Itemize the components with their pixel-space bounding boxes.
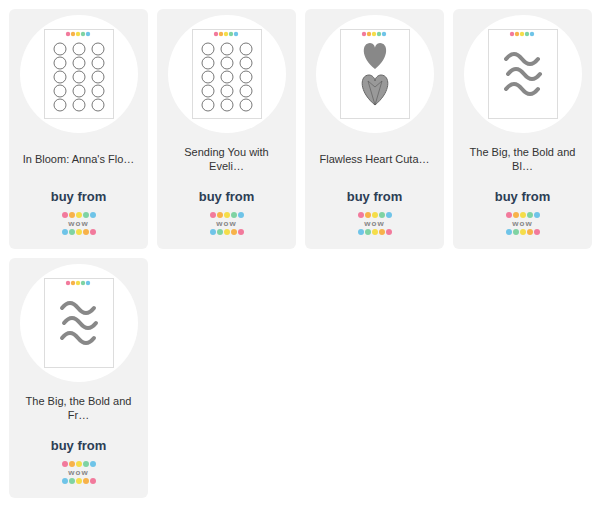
logo-dot: [210, 212, 216, 218]
logo-dot: [506, 229, 512, 235]
logo-dot: [520, 212, 526, 218]
logo-dot: [513, 229, 519, 235]
logo-dot: [76, 461, 82, 467]
product-grid: In Bloom: Anna's Flo…buy fromwowSending …: [0, 0, 600, 506]
logo-dot: [90, 212, 96, 218]
logo-dot: [238, 229, 244, 235]
logo-dot: [513, 212, 519, 218]
logo-text: wow: [68, 468, 88, 477]
logo-dot: [358, 229, 364, 235]
logo-dot: [62, 478, 68, 484]
logo-dots: [210, 229, 244, 235]
logo-dots: [506, 229, 540, 235]
logo-dot: [365, 212, 371, 218]
buy-from-button[interactable]: buy from: [347, 189, 403, 204]
product-thumbnail[interactable]: [464, 15, 582, 133]
logo-dot: [379, 229, 385, 235]
buy-from-button[interactable]: buy from: [199, 189, 255, 204]
buy-from-button[interactable]: buy from: [51, 189, 107, 204]
product-thumbnail[interactable]: [20, 15, 138, 133]
logo-dot: [83, 461, 89, 467]
product-card: The Big, the Bold and Fr… buy from wow: [9, 258, 148, 498]
product-thumbnail[interactable]: [316, 15, 434, 133]
logo-dot: [76, 229, 82, 235]
wow-logo[interactable]: wow: [358, 212, 392, 235]
logo-text: wow: [216, 219, 236, 228]
logo-dot: [76, 212, 82, 218]
wow-logo[interactable]: wow: [210, 212, 244, 235]
product-card: In Bloom: Anna's Flo… buy from wow: [9, 9, 148, 249]
logo-dot: [506, 212, 512, 218]
wow-logo[interactable]: wow: [506, 212, 540, 235]
logo-dots: [358, 212, 392, 218]
logo-dot: [90, 478, 96, 484]
product-title[interactable]: Sending You with Eveli…: [168, 139, 286, 179]
logo-dot: [90, 229, 96, 235]
product-title[interactable]: In Bloom: Anna's Flo…: [20, 139, 138, 179]
logo-dot: [534, 229, 540, 235]
logo-dot: [83, 212, 89, 218]
logo-dot: [76, 478, 82, 484]
logo-dot: [62, 229, 68, 235]
logo-dot: [527, 212, 533, 218]
logo-dot: [224, 212, 230, 218]
logo-dots: [506, 212, 540, 218]
logo-dot: [379, 212, 385, 218]
logo-dot: [358, 212, 364, 218]
product-thumbnail[interactable]: [20, 264, 138, 382]
product-card: The Big, the Bold and Bl… buy from wow: [453, 9, 592, 249]
buy-from-button[interactable]: buy from: [495, 189, 551, 204]
logo-dot: [386, 212, 392, 218]
product-image[interactable]: [488, 29, 558, 119]
logo-dot: [231, 212, 237, 218]
logo-dot: [238, 212, 244, 218]
wow-logo[interactable]: wow: [62, 461, 96, 484]
logo-dots: [358, 229, 392, 235]
logo-dot: [90, 461, 96, 467]
product-thumbnail[interactable]: [168, 15, 286, 133]
logo-dot: [217, 212, 223, 218]
logo-dot: [69, 229, 75, 235]
product-title[interactable]: The Big, the Bold and Bl…: [464, 139, 582, 179]
logo-dot: [217, 229, 223, 235]
logo-dot: [224, 229, 230, 235]
logo-text: wow: [364, 219, 384, 228]
logo-text: wow: [512, 219, 532, 228]
logo-text: wow: [68, 219, 88, 228]
logo-dot: [365, 229, 371, 235]
logo-dots: [62, 212, 96, 218]
logo-dot: [83, 229, 89, 235]
logo-dot: [527, 229, 533, 235]
logo-dot: [534, 212, 540, 218]
logo-dot: [69, 212, 75, 218]
product-image[interactable]: [340, 29, 410, 119]
product-title[interactable]: The Big, the Bold and Fr…: [20, 388, 138, 428]
buy-from-button[interactable]: buy from: [51, 438, 107, 453]
product-image[interactable]: [192, 29, 262, 119]
product-card: Sending You with Eveli… buy from wow: [157, 9, 296, 249]
product-card: Flawless Heart Cuta… buy from wow: [305, 9, 444, 249]
logo-dot: [372, 212, 378, 218]
logo-dots: [62, 461, 96, 467]
logo-dots: [210, 212, 244, 218]
logo-dot: [83, 478, 89, 484]
logo-dot: [372, 229, 378, 235]
product-image[interactable]: [44, 278, 114, 368]
product-title[interactable]: Flawless Heart Cuta…: [316, 139, 434, 179]
product-image[interactable]: [44, 29, 114, 119]
wow-logo[interactable]: wow: [62, 212, 96, 235]
logo-dot: [386, 229, 392, 235]
logo-dot: [210, 229, 216, 235]
logo-dot: [520, 229, 526, 235]
logo-dot: [62, 461, 68, 467]
logo-dots: [62, 229, 96, 235]
logo-dot: [69, 461, 75, 467]
logo-dot: [69, 478, 75, 484]
logo-dot: [231, 229, 237, 235]
logo-dot: [62, 212, 68, 218]
logo-dots: [62, 478, 96, 484]
